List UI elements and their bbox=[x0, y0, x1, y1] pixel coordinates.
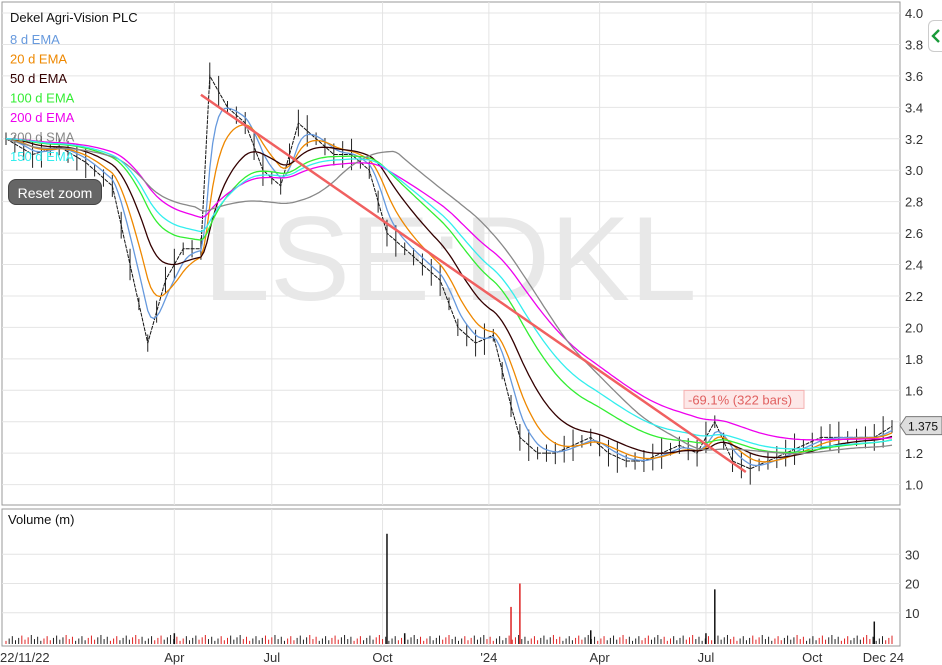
volume-tick-label: 10 bbox=[905, 606, 919, 621]
reset-zoom-button[interactable]: Reset zoom bbox=[8, 179, 102, 205]
expand-panel-tab[interactable] bbox=[928, 20, 942, 52]
x-tick-label: Jul bbox=[263, 650, 280, 665]
chart-canvas: 22/11/22 Apr Jul Oct '24 Apr Jul Oct Dec 24 1.0 1.… bbox=[0, 1, 942, 665]
legend-item: 200 d EMA bbox=[10, 110, 75, 125]
y-tick-label: 4.0 bbox=[905, 6, 923, 21]
y-tick-label: 3.6 bbox=[905, 69, 923, 84]
y-tick-label: 2.0 bbox=[905, 320, 923, 335]
change-annotation: -69.1% (322 bars) bbox=[688, 392, 792, 407]
x-tick-label: Apr bbox=[164, 650, 185, 665]
x-tick-label: Oct bbox=[372, 650, 393, 665]
volume-label: Volume (m) bbox=[8, 512, 74, 527]
legend-item: 50 d EMA bbox=[10, 71, 67, 86]
legend-item: 100 d EMA bbox=[10, 91, 75, 106]
y-tick-label: 1.2 bbox=[905, 446, 923, 461]
y-tick-label: 1.8 bbox=[905, 352, 923, 367]
y-tick-label: 1.6 bbox=[905, 383, 923, 398]
last-price-label: 1.375 bbox=[908, 420, 938, 434]
legend-item: 8 d EMA bbox=[10, 32, 60, 47]
y-tick-label: 3.2 bbox=[905, 132, 923, 147]
volume-tick-label: 30 bbox=[905, 547, 919, 562]
y-tick-label: 2.8 bbox=[905, 195, 923, 210]
y-tick-label: 1.0 bbox=[905, 478, 923, 493]
y-tick-label: 3.4 bbox=[905, 100, 923, 115]
volume-tick-label: 20 bbox=[905, 577, 919, 592]
x-tick-label: Jul bbox=[698, 650, 715, 665]
y-tick-label: 2.2 bbox=[905, 289, 923, 304]
x-tick-label: '24 bbox=[480, 650, 497, 665]
legend-item: 20 d EMA bbox=[10, 52, 67, 67]
legend-item: 150 d EMA bbox=[10, 149, 75, 164]
x-tick-label: Dec 24 bbox=[863, 650, 904, 665]
y-tick-label: 2.6 bbox=[905, 226, 923, 241]
x-tick-label: Apr bbox=[590, 650, 611, 665]
y-tick-label: 3.8 bbox=[905, 37, 923, 52]
chart-title: Dekel Agri-Vision PLC bbox=[10, 10, 138, 25]
y-tick-label: 2.4 bbox=[905, 258, 923, 273]
volume-pane bbox=[1, 508, 901, 647]
y-tick-label: 3.0 bbox=[905, 163, 923, 178]
chevron-left-icon bbox=[931, 29, 940, 43]
legend-item: 200 d SMA bbox=[10, 130, 75, 145]
x-tick-label: 22/11/22 bbox=[0, 650, 50, 665]
x-tick-label: Oct bbox=[802, 650, 823, 665]
